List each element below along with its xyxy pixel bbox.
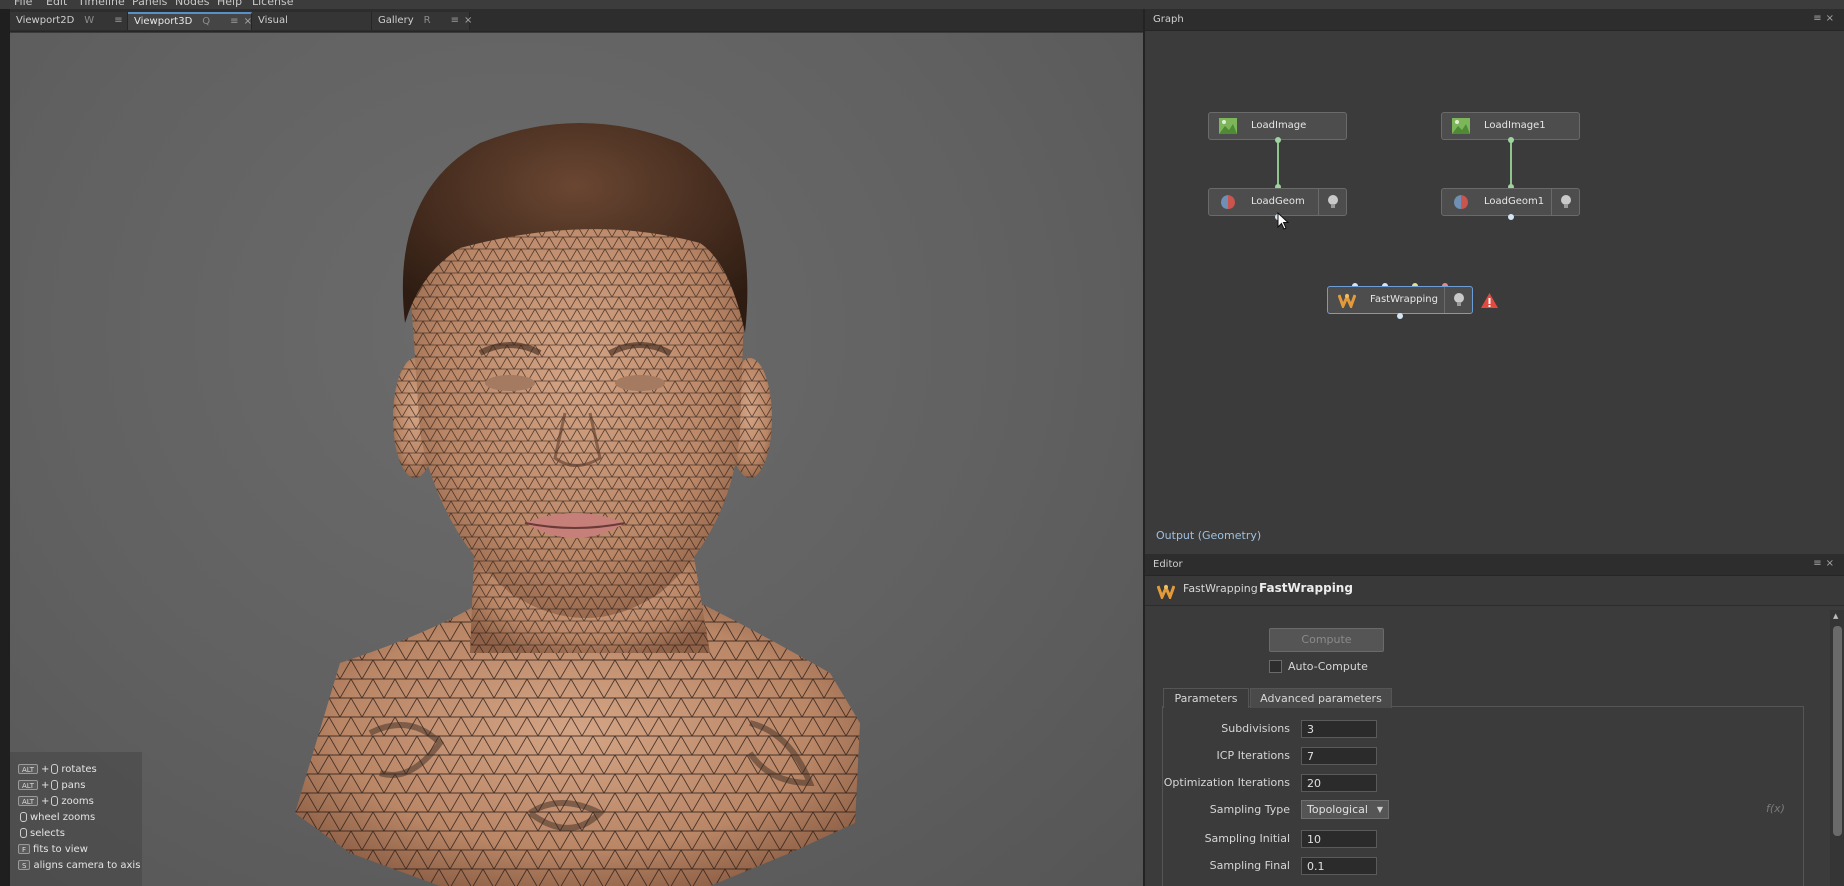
mouse-icon: [51, 764, 59, 774]
optimization-iterations-input[interactable]: [1301, 774, 1377, 792]
editor-title: Editor: [1153, 559, 1183, 570]
subdivisions-input[interactable]: [1301, 720, 1377, 738]
port-out-loadimage1[interactable]: [1508, 137, 1514, 143]
alt-key-icon: ALT: [18, 780, 39, 790]
icp-iterations-label: ICP Iterations: [1216, 749, 1290, 762]
hint-rotate: ALT + rotates: [18, 764, 97, 775]
mouse-cursor-icon: [1277, 212, 1289, 230]
mouse-icon: [51, 780, 59, 790]
hint-wheel-zoom: wheel zooms: [18, 812, 95, 823]
tab-gallery[interactable]: Gallery R ≡ ×: [372, 12, 472, 30]
optimization-iterations-label: Optimization Iterations: [1163, 776, 1290, 789]
node-loadimage1[interactable]: LoadImage1: [1441, 112, 1580, 140]
visibility-toggle[interactable]: [1444, 287, 1472, 313]
menu-timeline[interactable]: Timeline: [78, 0, 125, 8]
output-geometry-link[interactable]: Output (Geometry): [1156, 529, 1261, 542]
hint-align: Saligns camera to axis: [18, 860, 140, 871]
tab-menu-icon[interactable]: ≡: [451, 15, 459, 26]
subdivisions-label: Subdivisions: [1221, 722, 1290, 735]
lightbulb-icon: [1561, 195, 1571, 208]
close-icon[interactable]: ×: [1826, 558, 1838, 569]
wrap-icon: [1157, 584, 1175, 599]
hint-fit: Ffits to view: [18, 844, 88, 855]
sampling-type-select[interactable]: Topological ▼: [1301, 800, 1389, 819]
port-out-loadimage[interactable]: [1275, 137, 1281, 143]
geometry-icon: [1454, 195, 1468, 209]
head-mesh-render: [295, 123, 860, 886]
viewport-tab-bar: Viewport2DW≡× Viewport3DQ≡× Visual Edito…: [10, 9, 1143, 44]
auto-compute-checkbox[interactable]: [1269, 660, 1282, 673]
menu-nodes[interactable]: Nodes: [175, 0, 209, 8]
sampling-initial-input[interactable]: [1301, 830, 1377, 848]
sampling-final-input[interactable]: [1301, 857, 1377, 875]
s-key-icon: S: [18, 860, 31, 870]
editor-scrollbar[interactable]: ▲: [1830, 610, 1844, 886]
tab-viewport3d[interactable]: Viewport3D Q ≡ ×: [128, 12, 252, 30]
hint-select: selects: [18, 828, 65, 839]
geometry-icon: [1221, 195, 1235, 209]
image-icon: [1219, 118, 1237, 134]
close-icon[interactable]: ×: [244, 16, 252, 27]
tab-menu-icon[interactable]: ≡: [230, 16, 238, 27]
node-type-label: FastWrapping: [1183, 582, 1258, 595]
chevron-down-icon: ▼: [1376, 805, 1383, 814]
panel-menu-icon[interactable]: ≡: [1813, 13, 1825, 24]
tab-menu-icon[interactable]: ≡: [114, 15, 122, 26]
warning-icon[interactable]: [1480, 292, 1499, 309]
mouse-icon: [51, 796, 59, 806]
mouse-wheel-icon: [20, 812, 27, 822]
edge-loadimage-loadgeom: [1277, 141, 1279, 187]
expression-icon[interactable]: f(x): [1766, 802, 1785, 815]
panel-menu-icon[interactable]: ≡: [1813, 558, 1825, 569]
wrap-icon: [1338, 293, 1356, 308]
alt-key-icon: ALT: [18, 764, 39, 774]
tab-advanced-parameters[interactable]: Advanced parameters: [1250, 688, 1392, 708]
editor-node-header: FastWrapping FastWrapping: [1145, 576, 1844, 606]
compute-button[interactable]: Compute: [1269, 628, 1384, 652]
alt-key-icon: ALT: [18, 796, 39, 806]
port-out-loadgeom1[interactable]: [1508, 214, 1514, 220]
visibility-toggle[interactable]: [1318, 189, 1346, 215]
tab-viewport2d[interactable]: Viewport2DW≡×: [10, 12, 136, 30]
sampling-initial-label: Sampling Initial: [1204, 832, 1290, 845]
menu-bar: File Edit Timeline Panels Nodes Help Lic…: [0, 0, 1844, 9]
node-name-label: FastWrapping: [1259, 581, 1353, 595]
f-key-icon: F: [18, 844, 31, 854]
graph-panel-header: Graph ≡×: [1145, 9, 1844, 31]
tab-visual-editor[interactable]: Visual EditorE≡×: [252, 12, 372, 44]
node-fastwrapping[interactable]: FastWrapping: [1327, 286, 1473, 314]
menu-license[interactable]: License: [252, 0, 293, 8]
viewport-3d[interactable]: [10, 33, 1143, 886]
hint-zoom: ALT + zooms: [18, 796, 94, 807]
mouse-left-icon: [20, 828, 27, 838]
tab-parameters[interactable]: Parameters: [1163, 688, 1249, 708]
menu-edit[interactable]: Edit: [46, 0, 67, 8]
scrollbar-thumb[interactable]: [1833, 626, 1842, 836]
image-icon: [1452, 118, 1470, 134]
node-loadimage[interactable]: LoadImage: [1208, 112, 1347, 140]
visibility-toggle[interactable]: [1551, 189, 1579, 215]
left-edge-strip: [0, 9, 10, 886]
port-out-fastwrapping[interactable]: [1397, 313, 1403, 319]
menu-file[interactable]: File: [14, 0, 32, 8]
icp-iterations-input[interactable]: [1301, 747, 1377, 765]
menu-help[interactable]: Help: [217, 0, 242, 8]
lightbulb-icon: [1328, 195, 1338, 208]
sampling-final-label: Sampling Final: [1209, 859, 1290, 872]
viewport-shortcut-hints: ALT + rotates ALT + pans ALT + zooms wheel zoo…: [10, 752, 142, 886]
graph-title: Graph: [1153, 14, 1184, 25]
close-icon[interactable]: ×: [1826, 13, 1838, 24]
hint-pan: ALT + pans: [18, 780, 85, 791]
node-loadgeom1[interactable]: LoadGeom1: [1441, 188, 1580, 216]
close-icon[interactable]: ×: [464, 15, 472, 26]
edge-loadimage1-loadgeom1: [1510, 141, 1512, 187]
scroll-up-icon[interactable]: ▲: [1833, 612, 1838, 620]
lightbulb-icon: [1454, 293, 1464, 306]
menu-panels[interactable]: Panels: [132, 0, 167, 8]
sampling-type-label: Sampling Type: [1209, 803, 1290, 816]
auto-compute-label: Auto-Compute: [1288, 660, 1368, 673]
editor-panel-header: Editor ≡×: [1145, 554, 1844, 576]
